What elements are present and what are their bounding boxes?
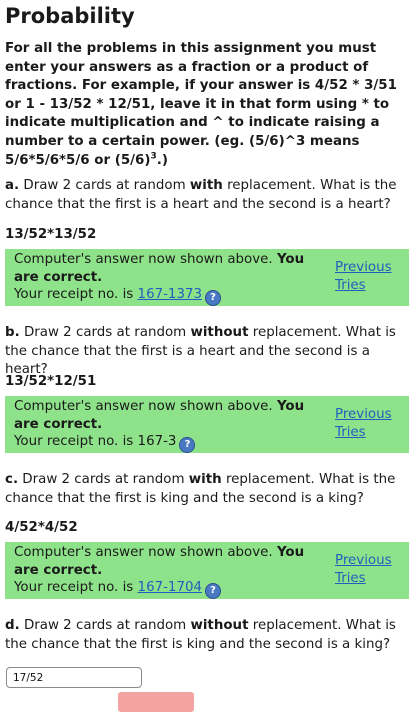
help-icon[interactable]: ? (179, 437, 196, 453)
problem-b-question: b. Draw 2 cards at random without replac… (5, 324, 415, 380)
feedback-text: Computer's answer now shown above. You a… (14, 544, 314, 599)
problem-letter: c. (5, 472, 19, 487)
instructions-example: (5/6) (114, 152, 151, 168)
answer-input[interactable] (6, 667, 142, 688)
receipt-label: Your receipt no. is (14, 287, 134, 302)
problem-c-feedback: Computer's answer now shown above. You a… (5, 542, 409, 599)
feedback-text: Computer's answer now shown above. You a… (14, 398, 314, 453)
previous-tries-link[interactable]: Previous Tries (335, 406, 405, 441)
question-emphasis: without (190, 618, 249, 633)
receipt-link[interactable]: 167-1373 (138, 287, 202, 302)
problem-b-feedback: Computer's answer now shown above. You a… (5, 396, 409, 453)
question-emphasis: without (190, 325, 249, 340)
receipt-link[interactable]: 167-1704 (138, 580, 202, 595)
problem-d-question: d. Draw 2 cards at random without replac… (5, 617, 415, 654)
question-text: Draw 2 cards at random (23, 325, 187, 340)
previous-tries-link[interactable]: Previous Tries (335, 552, 405, 587)
help-icon[interactable]: ? (205, 583, 222, 599)
submit-button[interactable] (118, 692, 194, 712)
feedback-message: Computer's answer now shown above. (14, 252, 273, 267)
instructions-text: For all the problems in this assignment … (5, 41, 397, 168)
receipt-label: Your receipt no. is (14, 580, 134, 595)
instructions: For all the problems in this assignment … (5, 40, 413, 170)
problem-a-feedback: Computer's answer now shown above. You a… (5, 249, 409, 306)
help-icon[interactable]: ? (205, 290, 222, 306)
question-emphasis: with (188, 472, 222, 487)
problem-letter: d. (5, 618, 20, 633)
question-text: Draw 2 cards at random (23, 618, 187, 633)
problem-letter: b. (5, 325, 20, 340)
problem-letter: a. (5, 178, 20, 193)
question-text: Draw 2 cards at random (23, 178, 186, 193)
problem-a-question: a. Draw 2 cards at random with replaceme… (5, 177, 415, 214)
instructions-example-end: .) (156, 152, 168, 168)
problem-b-answer: 13/52*12/51 (5, 374, 97, 389)
problem-a-answer: 13/52*13/52 (5, 227, 97, 242)
problem-c-answer: 4/52*4/52 (5, 520, 78, 535)
receipt-number: 167-3 (137, 434, 177, 449)
feedback-message: Computer's answer now shown above. (14, 545, 273, 560)
previous-tries-link[interactable]: Previous Tries (335, 259, 405, 294)
question-text: Draw 2 cards at random (22, 472, 185, 487)
page-title: Probability (5, 4, 135, 28)
problem-c-question: c. Draw 2 cards at random with replaceme… (5, 471, 415, 508)
feedback-text: Computer's answer now shown above. You a… (14, 251, 314, 306)
feedback-message: Computer's answer now shown above. (14, 399, 273, 414)
receipt-label: Your receipt no. is (14, 434, 134, 449)
question-emphasis: with (189, 178, 223, 193)
